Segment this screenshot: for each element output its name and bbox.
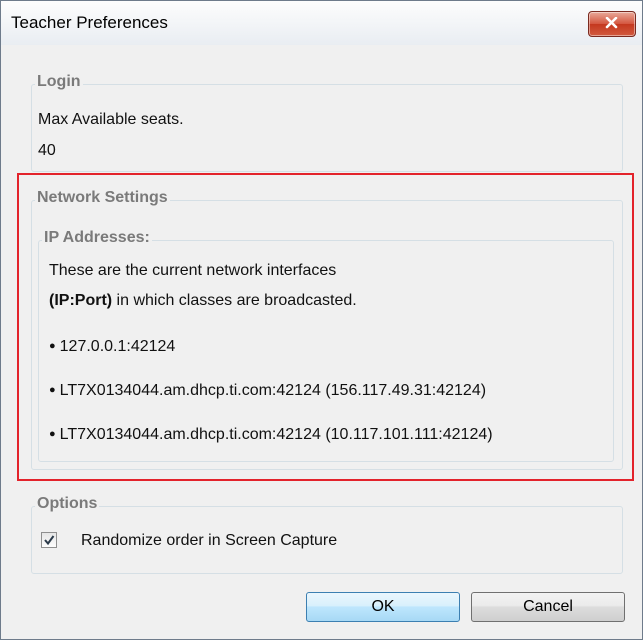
title-bar[interactable]: Teacher Preferences xyxy=(1,1,642,45)
cancel-button[interactable]: Cancel xyxy=(471,592,625,622)
network-settings-highlight xyxy=(17,173,634,481)
max-seats-label: Max Available seats. xyxy=(38,111,184,128)
ok-button[interactable]: OK xyxy=(306,592,460,622)
max-seats-value: 40 xyxy=(38,142,56,159)
close-icon xyxy=(605,17,618,29)
randomize-checkbox[interactable] xyxy=(41,532,57,548)
options-legend: Options xyxy=(35,495,100,513)
randomize-label[interactable]: Randomize order in Screen Capture xyxy=(81,532,337,550)
window-title: Teacher Preferences xyxy=(11,13,168,32)
checkmark-icon xyxy=(44,535,55,546)
login-legend: Login xyxy=(35,73,83,91)
close-button[interactable] xyxy=(588,11,636,37)
